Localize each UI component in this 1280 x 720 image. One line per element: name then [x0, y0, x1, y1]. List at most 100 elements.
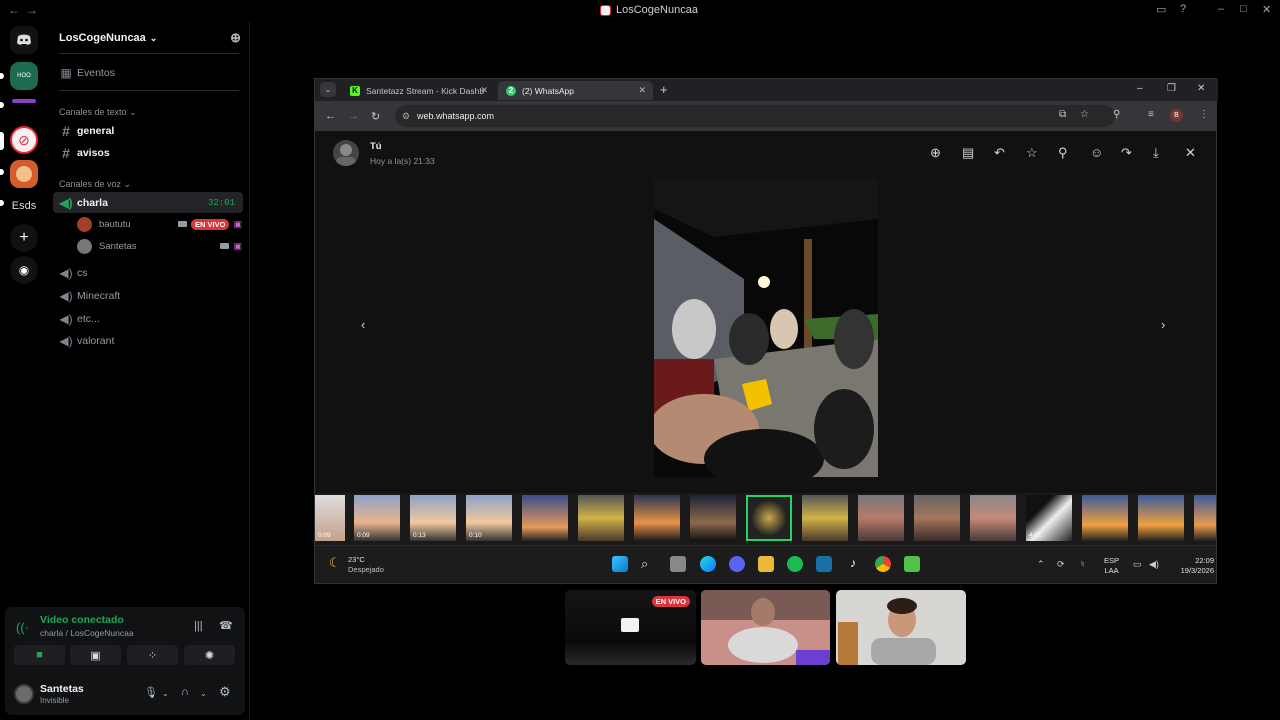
- channel-avisos[interactable]: # avisos: [53, 142, 243, 163]
- download-icon[interactable]: ⤓: [1153, 145, 1159, 161]
- maximize-icon[interactable]: □: [1240, 3, 1247, 15]
- server-hoodis-icon[interactable]: HOO: [10, 62, 38, 90]
- menu-kebab-icon[interactable]: ⋮: [1199, 109, 1209, 120]
- minimize-icon[interactable]: –: [1218, 3, 1224, 15]
- weather-desc[interactable]: Despejado: [348, 565, 384, 574]
- text-category[interactable]: Canales de texto ⌄: [59, 107, 137, 118]
- star-icon[interactable]: ☆: [1026, 145, 1038, 161]
- tab-whatsapp[interactable]: 2 (2) WhatsApp ✕: [498, 81, 653, 100]
- media-thumbnail[interactable]: [914, 495, 960, 541]
- voice-location[interactable]: charla / LosCogeNuncaa: [40, 628, 134, 638]
- mic-icon[interactable]: ♮: [1081, 559, 1084, 570]
- server-header[interactable]: LosCogeNuncaa ⌄ ⊕: [48, 22, 250, 54]
- close-tab-icon[interactable]: ✕: [480, 85, 488, 96]
- headphones-icon[interactable]: ∩: [181, 686, 189, 698]
- spotify-icon[interactable]: [787, 556, 803, 572]
- minimize-icon[interactable]: –: [1137, 83, 1143, 94]
- media-thumbnail[interactable]: [522, 495, 568, 541]
- close-icon[interactable]: ✕: [1262, 3, 1271, 16]
- back-icon[interactable]: ←: [325, 110, 336, 122]
- avatar[interactable]: [333, 140, 359, 166]
- next-arrow-icon[interactable]: ›: [1161, 317, 1165, 332]
- media-thumbnail[interactable]: [1138, 495, 1184, 541]
- task-view-icon[interactable]: [670, 556, 686, 572]
- bookmark-star-icon[interactable]: ☆: [1080, 109, 1089, 120]
- chevron-up-icon[interactable]: ⌃: [1037, 559, 1045, 570]
- voice-channel-minecraft[interactable]: ◀) Minecraft: [53, 285, 243, 306]
- media-thumbnail[interactable]: 0:10: [466, 495, 512, 541]
- media-thumbnail[interactable]: 0:09: [315, 495, 345, 541]
- media-thumbnail[interactable]: [802, 495, 848, 541]
- steam-icon[interactable]: [816, 556, 832, 572]
- add-server-icon[interactable]: +: [10, 224, 38, 252]
- media-thumbnail[interactable]: 0:13: [410, 495, 456, 541]
- server-esds[interactable]: Esds: [10, 192, 38, 220]
- close-icon[interactable]: ✕: [1197, 83, 1205, 94]
- user-name[interactable]: Santetas: [40, 683, 84, 695]
- profile-avatar[interactable]: B: [1170, 109, 1183, 122]
- media-thumbnail[interactable]: [690, 495, 736, 541]
- stream-tile-camera-1[interactable]: [701, 590, 830, 665]
- react-emoji-icon[interactable]: ☺: [1090, 145, 1103, 160]
- media-thumbnail[interactable]: [970, 495, 1016, 541]
- media-thumbnail[interactable]: [578, 495, 624, 541]
- events-row[interactable]: ▦ Eventos: [53, 62, 243, 83]
- inbox-icon[interactable]: ▭: [1156, 3, 1166, 16]
- edge-icon[interactable]: [700, 556, 716, 572]
- search-icon[interactable]: ⌕: [641, 556, 657, 572]
- tiktok-icon[interactable]: ♪: [845, 556, 861, 572]
- media-thumbnail[interactable]: [1082, 495, 1128, 541]
- media-thumbnail[interactable]: [634, 495, 680, 541]
- stream-tile-camera-2[interactable]: [836, 590, 966, 665]
- site-info-icon[interactable]: ⚙: [402, 111, 410, 122]
- media-thumbnail[interactable]: 4:01: [1026, 495, 1072, 541]
- volume-icon[interactable]: ◀): [1149, 559, 1159, 570]
- server-loscogenuncaa-icon[interactable]: ⊘: [10, 126, 38, 154]
- noise-suppression-icon[interactable]: |||: [194, 620, 203, 632]
- extensions-icon[interactable]: ⚲: [1113, 109, 1120, 120]
- discord-home-icon[interactable]: [10, 26, 38, 54]
- weather-temp[interactable]: 23°C: [348, 555, 365, 564]
- zoom-icon[interactable]: ⊕: [930, 145, 941, 161]
- voice-channel-cs[interactable]: ◀) cs: [53, 262, 243, 283]
- activities-button[interactable]: ⁘: [127, 645, 178, 665]
- windows-start-icon[interactable]: [612, 556, 628, 572]
- media-thumbnail[interactable]: 0:09: [354, 495, 400, 541]
- media-icon[interactable]: ≡: [1148, 109, 1154, 120]
- voice-category[interactable]: Canales de voz ⌄: [59, 179, 131, 190]
- display-icon[interactable]: ▭: [1133, 559, 1142, 570]
- new-tab-icon[interactable]: +: [660, 82, 668, 97]
- avatar[interactable]: [14, 684, 34, 704]
- voice-user-baututu[interactable]: baututu: [77, 215, 131, 233]
- server-purple-icon[interactable]: [10, 94, 38, 108]
- media-thumbnail-selected[interactable]: [746, 495, 792, 541]
- camera-button[interactable]: ■: [14, 645, 65, 665]
- forward-icon[interactable]: ↷: [1121, 145, 1132, 161]
- tab-kick[interactable]: K Santetazz Stream - Kick Dashb ✕: [342, 81, 495, 100]
- restore-icon[interactable]: ❐: [1167, 83, 1176, 94]
- discord-icon[interactable]: [729, 556, 745, 572]
- mic-options-icon[interactable]: ⌄: [162, 689, 169, 698]
- tab-search-icon[interactable]: ⌄: [320, 82, 336, 97]
- screen-share-button[interactable]: ▣: [70, 645, 121, 665]
- disconnect-icon[interactable]: ☎: [219, 619, 233, 632]
- reply-icon[interactable]: ↶: [994, 145, 1005, 161]
- stream-tile-screen[interactable]: EN VIVO: [565, 590, 696, 665]
- chrome-icon[interactable]: [875, 556, 891, 572]
- file-explorer-icon[interactable]: [758, 556, 774, 572]
- install-app-icon[interactable]: ⧉: [1059, 109, 1066, 120]
- app-icon[interactable]: [904, 556, 920, 572]
- signal-icon[interactable]: ((·: [16, 620, 29, 635]
- language-indicator[interactable]: ESP LAA: [1104, 556, 1119, 576]
- reload-icon[interactable]: ↻: [371, 110, 380, 123]
- microphone-icon[interactable]: 🎙︎: [144, 686, 158, 699]
- previous-arrow-icon[interactable]: ‹: [361, 317, 365, 332]
- audio-options-icon[interactable]: ⌄: [200, 689, 207, 698]
- system-clock[interactable]: 22:09 19/3/2026: [1170, 556, 1214, 576]
- discover-icon[interactable]: ◉: [10, 256, 38, 284]
- settings-gear-icon[interactable]: ⚙: [219, 684, 231, 700]
- url-input[interactable]: ⚙ web.whatsapp.com: [395, 105, 1115, 127]
- back-forward-icons[interactable]: ←→: [8, 3, 44, 17]
- voice-channel-valorant[interactable]: ◀) valorant: [53, 330, 243, 351]
- server-avatar-icon[interactable]: [10, 160, 38, 188]
